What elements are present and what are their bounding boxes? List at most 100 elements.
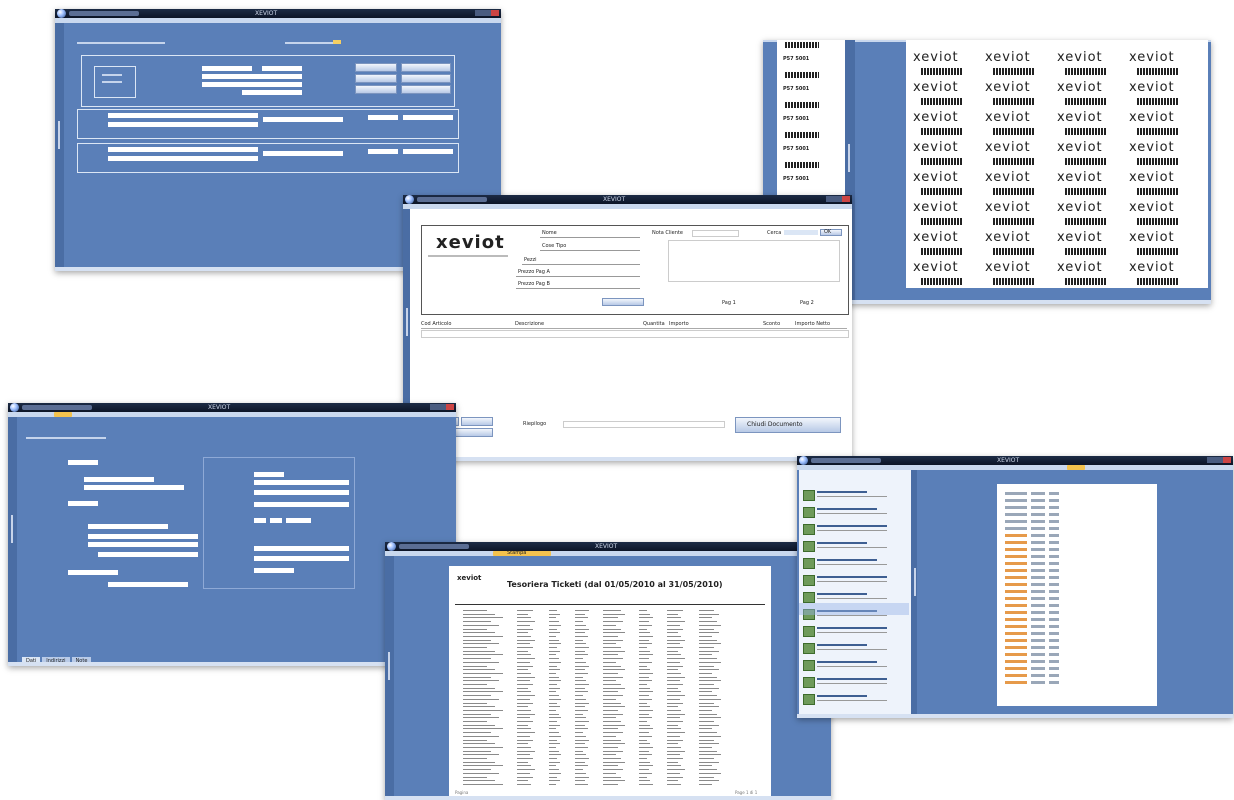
- record-title[interactable]: [817, 627, 887, 629]
- record-title[interactable]: [817, 695, 867, 697]
- report-cell: [699, 654, 713, 656]
- record-field[interactable]: [108, 156, 258, 161]
- record-title[interactable]: [817, 525, 887, 527]
- toggle-indicator[interactable]: [333, 40, 341, 44]
- side-field[interactable]: [286, 518, 311, 523]
- active-ribbon-tab[interactable]: [54, 412, 72, 417]
- navigation-pane-collapsed[interactable]: [8, 417, 17, 662]
- footer-button[interactable]: [461, 417, 493, 426]
- side-field[interactable]: [254, 518, 266, 523]
- report-cell: [699, 732, 717, 734]
- report-cell: [667, 613, 678, 615]
- note-box[interactable]: [668, 240, 840, 282]
- quick-access-toolbar[interactable]: [399, 544, 469, 549]
- record-title[interactable]: [817, 576, 887, 578]
- search-field[interactable]: [784, 230, 818, 235]
- side-field[interactable]: [254, 490, 349, 495]
- quick-access-toolbar[interactable]: [417, 197, 487, 202]
- report-cell: [603, 706, 625, 708]
- preview-cell: [1005, 555, 1027, 558]
- side-field[interactable]: [254, 472, 284, 477]
- preview-cell: [1031, 562, 1045, 565]
- id-field[interactable]: [68, 460, 98, 465]
- name-field[interactable]: [84, 477, 154, 482]
- city-field[interactable]: [108, 582, 188, 587]
- label-brand: xeviot: [1129, 200, 1175, 215]
- window-controls[interactable]: [1207, 457, 1231, 463]
- address-field[interactable]: [88, 534, 198, 539]
- selected-record-highlight[interactable]: [799, 603, 909, 615]
- record-field[interactable]: [403, 115, 453, 120]
- label-brand: xeviot: [913, 140, 959, 155]
- report-cell: [463, 624, 499, 626]
- city-field[interactable]: [98, 552, 198, 557]
- app-orb-icon[interactable]: [405, 195, 414, 204]
- record-title[interactable]: [817, 661, 877, 663]
- filter-field[interactable]: [262, 66, 302, 71]
- record-title[interactable]: [817, 508, 877, 510]
- report-cell: [549, 746, 557, 748]
- report-cell: [603, 765, 619, 767]
- record-field[interactable]: [108, 113, 258, 118]
- address-field[interactable]: [88, 542, 198, 547]
- action-button[interactable]: [355, 85, 397, 94]
- active-ribbon-tab[interactable]: [1067, 465, 1085, 470]
- record-title[interactable]: [817, 559, 877, 561]
- app-orb-icon[interactable]: [57, 9, 66, 18]
- record-field[interactable]: [368, 115, 398, 120]
- side-field[interactable]: [254, 502, 349, 507]
- summary-field[interactable]: [563, 421, 725, 428]
- lookup-button[interactable]: [602, 298, 644, 306]
- record-field[interactable]: [108, 122, 258, 127]
- navigation-pane-collapsed[interactable]: [385, 556, 394, 796]
- city-field[interactable]: [68, 570, 118, 575]
- report-cell: [667, 665, 684, 667]
- filter-field[interactable]: [202, 82, 302, 87]
- record-field[interactable]: [108, 147, 258, 152]
- window-controls[interactable]: [430, 404, 454, 410]
- action-button[interactable]: [401, 74, 451, 83]
- record-title[interactable]: [817, 491, 867, 493]
- report-cell: [667, 643, 680, 645]
- customer-field[interactable]: [692, 230, 739, 237]
- report-cell: [517, 769, 535, 771]
- record-title[interactable]: [817, 542, 867, 544]
- report-cell: [575, 765, 588, 767]
- side-field[interactable]: [254, 556, 349, 561]
- side-field[interactable]: [270, 518, 282, 523]
- record-title[interactable]: [817, 644, 867, 646]
- filter-field[interactable]: [202, 66, 252, 71]
- address-field[interactable]: [88, 524, 168, 529]
- action-button[interactable]: [355, 63, 397, 72]
- quick-access-toolbar[interactable]: [22, 405, 92, 410]
- side-field[interactable]: [254, 546, 349, 551]
- app-orb-icon[interactable]: [387, 542, 396, 551]
- app-orb-icon[interactable]: [799, 456, 808, 465]
- filter-field[interactable]: [202, 74, 302, 79]
- window-controls[interactable]: [826, 196, 850, 202]
- window-controls[interactable]: [475, 10, 499, 16]
- type-field[interactable]: [84, 485, 184, 490]
- side-field[interactable]: [254, 480, 349, 485]
- action-button[interactable]: [401, 85, 451, 94]
- record-title[interactable]: [817, 593, 867, 595]
- status-bar: [797, 714, 1233, 718]
- quick-access-toolbar[interactable]: [811, 458, 881, 463]
- app-orb-icon[interactable]: [10, 403, 19, 412]
- report-cell: [575, 647, 589, 648]
- record-title[interactable]: [817, 678, 887, 680]
- record-field[interactable]: [368, 149, 398, 154]
- navigation-pane-collapsed[interactable]: [55, 23, 64, 267]
- preview-cell: [1049, 611, 1059, 614]
- new-row-field[interactable]: [421, 330, 849, 338]
- code-field[interactable]: [68, 501, 98, 506]
- action-button[interactable]: [401, 63, 451, 72]
- record-field[interactable]: [263, 151, 343, 156]
- filter-field[interactable]: [242, 90, 302, 95]
- record-field[interactable]: [403, 149, 453, 154]
- navigation-pane-collapsed[interactable]: [911, 470, 917, 714]
- action-button[interactable]: [355, 74, 397, 83]
- side-field[interactable]: [254, 568, 294, 573]
- quick-access-toolbar[interactable]: [69, 11, 139, 16]
- record-field[interactable]: [263, 117, 343, 122]
